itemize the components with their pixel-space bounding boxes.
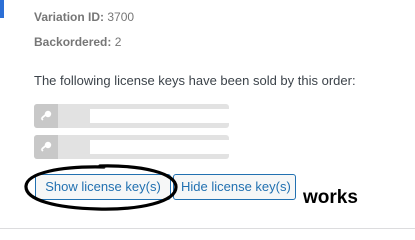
variation-id-value: 3700 — [107, 10, 135, 24]
key-icon — [34, 135, 58, 159]
license-key-value[interactable] — [90, 109, 230, 123]
key-icon — [34, 104, 58, 128]
license-key-value[interactable] — [90, 140, 230, 154]
variation-id-line: Variation ID: 3700 — [34, 10, 134, 24]
backordered-line: Backordered: 2 — [34, 35, 121, 49]
license-keys-intro: The following license keys have been sol… — [34, 73, 356, 88]
section-divider — [0, 228, 415, 229]
window-edge-marker — [0, 0, 4, 18]
license-key-row — [34, 104, 230, 128]
order-item-panel: Variation ID: 3700 Backordered: 2 The fo… — [0, 0, 415, 232]
license-key-row — [34, 135, 230, 159]
variation-id-label: Variation ID: — [34, 10, 105, 24]
hide-license-keys-button[interactable]: Hide license key(s) — [173, 174, 296, 200]
show-license-keys-button[interactable]: Show license key(s) — [35, 174, 171, 200]
backordered-value: 2 — [114, 35, 122, 49]
backordered-label: Backordered: — [34, 35, 112, 49]
works-annotation: works — [303, 187, 358, 208]
